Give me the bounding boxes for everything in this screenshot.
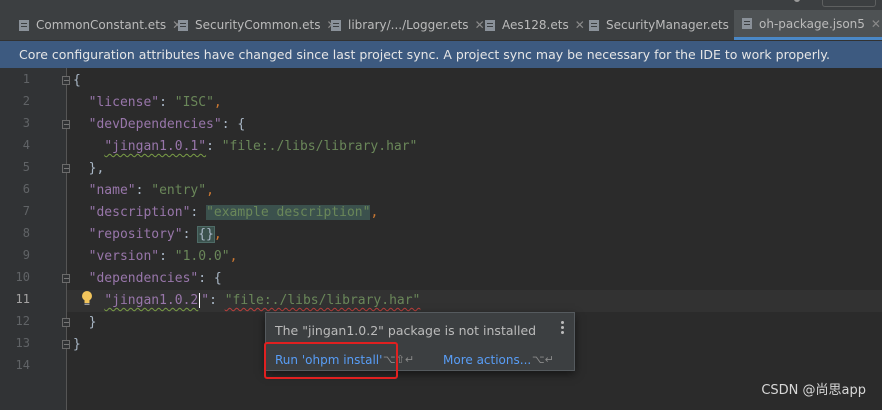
brace: } <box>88 315 97 330</box>
code-line-12: } <box>73 312 97 334</box>
json-key: "version" <box>88 249 160 264</box>
close-icon[interactable]: ✕ <box>575 18 585 32</box>
brace: }, <box>88 161 105 176</box>
tab-label: Aes128.ets <box>502 18 569 32</box>
more-actions-shortcut-hint: ⌥↵ <box>532 353 554 366</box>
code-line-5: }, <box>73 158 105 180</box>
more-options-icon[interactable] <box>560 321 566 337</box>
ets-file-icon <box>177 19 189 32</box>
code-line-3: "devDependencies": { <box>88 117 246 132</box>
json-key: "repository" <box>88 227 183 242</box>
sync-notification-banner: Core configuration attributes have chang… <box>0 41 882 68</box>
json-key: "jingan1.0.2 <box>104 293 199 308</box>
brace: } <box>73 337 81 352</box>
tab-label: library/.../Logger.ets <box>348 18 469 32</box>
json-value-error: "file:./libs/library.har" <box>224 293 421 308</box>
brace: { <box>213 271 222 286</box>
json-key: "dependencies" <box>88 271 199 286</box>
json-key: "description" <box>88 205 191 220</box>
brace: { <box>73 73 81 88</box>
code-line-8: "repository": {}, <box>88 226 222 243</box>
ets-file-icon <box>18 19 30 32</box>
json-value: "file:./libs/library.har" <box>221 139 418 154</box>
ets-file-icon <box>330 19 342 32</box>
run-ohpm-install-link[interactable]: Run 'ohpm install' <box>275 353 382 367</box>
code-line-13: } <box>73 334 81 356</box>
code-line-1: { <box>73 70 81 92</box>
code-line-2: "license": "ISC", <box>88 95 222 110</box>
json-key-end: " <box>201 293 210 308</box>
code-line-10: "dependencies": { <box>88 271 222 286</box>
brace: { <box>237 117 246 132</box>
watermark: CSDN @尚思app <box>761 383 866 398</box>
tab-label: CommonConstant.ets <box>36 18 167 32</box>
tab-label: SecurityCommon.ets <box>195 18 321 32</box>
json-value-highlighted: {} <box>197 226 215 243</box>
settings-icon[interactable] <box>792 0 802 6</box>
popup-message: The "jingan1.0.2" package is not install… <box>275 323 537 338</box>
ets-file-icon <box>588 19 600 32</box>
banner-text: Core configuration attributes have chang… <box>19 47 830 62</box>
code-line-11: "jingan1.0.2 ": "file:./libs/library.har" <box>104 293 421 308</box>
package-not-installed-popup: The "jingan1.0.2" package is not install… <box>265 312 575 371</box>
code-line-9: "version": "1.0.0", <box>88 249 238 264</box>
code-line-4: "jingan1.0.1": "file:./libs/library.har" <box>104 139 418 154</box>
code-line-6: "name": "entry", <box>88 183 214 198</box>
more-actions-link[interactable]: More actions... <box>443 353 531 367</box>
json-key: "name" <box>88 183 136 198</box>
json-key: "jingan1.0.1" <box>104 139 207 154</box>
tab-oh-package[interactable]: oh-package.json5 ✕ <box>734 10 882 40</box>
tab-securitycommon[interactable]: SecurityCommon.ets ✕ <box>177 10 337 40</box>
close-icon[interactable]: ✕ <box>871 17 881 31</box>
tab-logger[interactable]: library/.../Logger.ets ✕ <box>330 10 485 40</box>
ets-file-icon <box>484 19 496 32</box>
json-key: "devDependencies" <box>88 117 222 132</box>
lightbulb-icon[interactable] <box>80 290 94 308</box>
tab-label: SecurityManager.ets <box>606 18 729 32</box>
json-value-highlighted: "example description" <box>206 205 371 220</box>
json-value: "ISC" <box>174 95 214 110</box>
tab-securitymanager[interactable]: SecurityManager.ets ✕ <box>588 10 745 40</box>
json-key: "license" <box>88 95 160 110</box>
tab-label: oh-package.json5 <box>759 16 865 31</box>
code-line-7: "description": "example description", <box>88 205 379 220</box>
tab-commonconstant[interactable]: CommonConstant.ets ✕ <box>18 10 182 40</box>
json-value: "1.0.0" <box>174 249 230 264</box>
run-config-selector[interactable] <box>822 0 876 7</box>
run-shortcut-hint: ⌥⇧↵ <box>383 353 415 366</box>
tab-aes128[interactable]: Aes128.ets ✕ <box>484 10 585 40</box>
editor-tab-bar: CommonConstant.ets ✕ SecurityCommon.ets … <box>0 10 882 41</box>
json-value: "entry" <box>151 183 207 198</box>
json-file-icon <box>741 17 753 30</box>
top-toolbar-strip <box>0 0 882 10</box>
